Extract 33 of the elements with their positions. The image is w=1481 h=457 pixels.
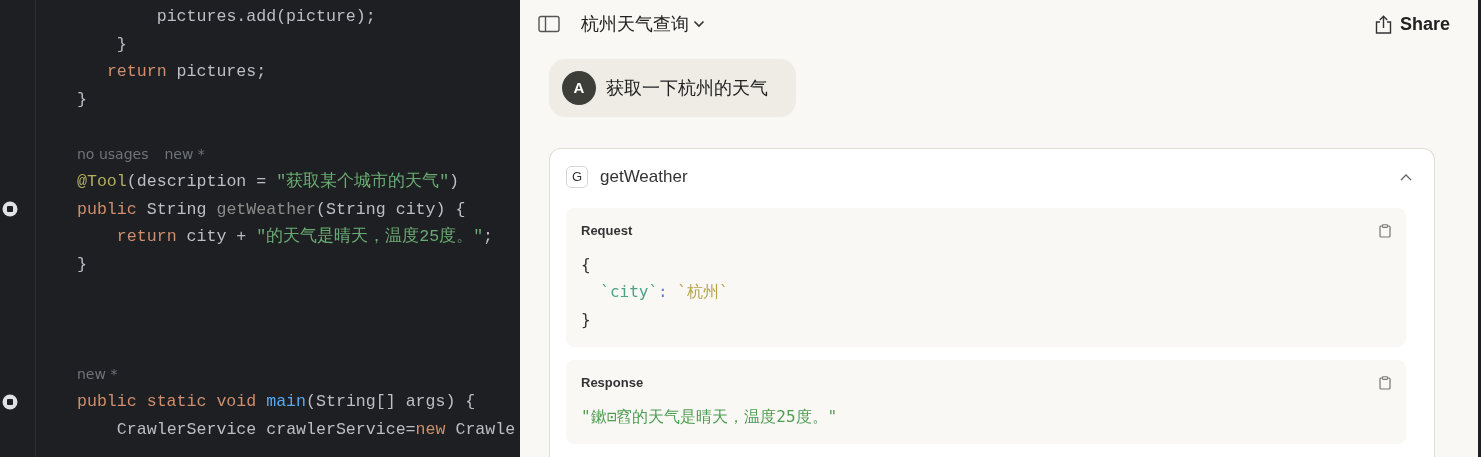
code-line: } xyxy=(77,88,87,111)
code-line: { xyxy=(581,253,591,276)
chat-title-dropdown[interactable]: 杭州天气查询 xyxy=(581,10,705,38)
tool-name: getWeather xyxy=(600,166,688,189)
copy-icon[interactable] xyxy=(1379,223,1391,238)
code-line: return pictures; xyxy=(106,61,267,83)
run-marker-icon[interactable] xyxy=(2,393,18,410)
code-line: } xyxy=(77,253,87,276)
code-line: } xyxy=(116,33,127,56)
collapse-chevron-icon[interactable] xyxy=(1400,173,1412,181)
inlay-hint: new * xyxy=(77,364,118,384)
share-button[interactable]: Share xyxy=(1374,10,1450,38)
code-line: public String getWeather(String city) { xyxy=(77,198,466,221)
code-line: return city + "的天气是晴天，温度25度。"; xyxy=(116,225,494,248)
sidebar-toggle-icon[interactable] xyxy=(538,15,560,33)
code-line: public static void main(String[] args) { xyxy=(77,391,476,413)
section-label: Request xyxy=(581,222,633,240)
copy-icon[interactable] xyxy=(1379,375,1391,390)
inlay-hint: new * xyxy=(164,144,205,164)
code-line: pictures.add(picture); xyxy=(156,6,376,28)
share-icon xyxy=(1374,14,1392,34)
tool-badge: G xyxy=(566,166,588,188)
user-message-text: 获取一下杭州的天气 xyxy=(606,76,768,100)
code-line: "鏉⊡窞的天气是晴天，温度25度。" xyxy=(581,405,838,428)
code-line: `city`: `杭州` xyxy=(600,281,729,303)
chevron-down-icon xyxy=(693,20,705,28)
section-label: Response xyxy=(581,374,644,392)
inlay-hint: no usages xyxy=(77,144,149,164)
code-line: @Tool(description = "获取某个城市的天气") xyxy=(77,170,460,193)
run-marker-icon[interactable] xyxy=(2,201,18,218)
user-avatar: A xyxy=(562,71,596,105)
code-line: } xyxy=(581,308,591,331)
code-line: CrawlerService crawlerService=new Crawle xyxy=(116,418,516,441)
